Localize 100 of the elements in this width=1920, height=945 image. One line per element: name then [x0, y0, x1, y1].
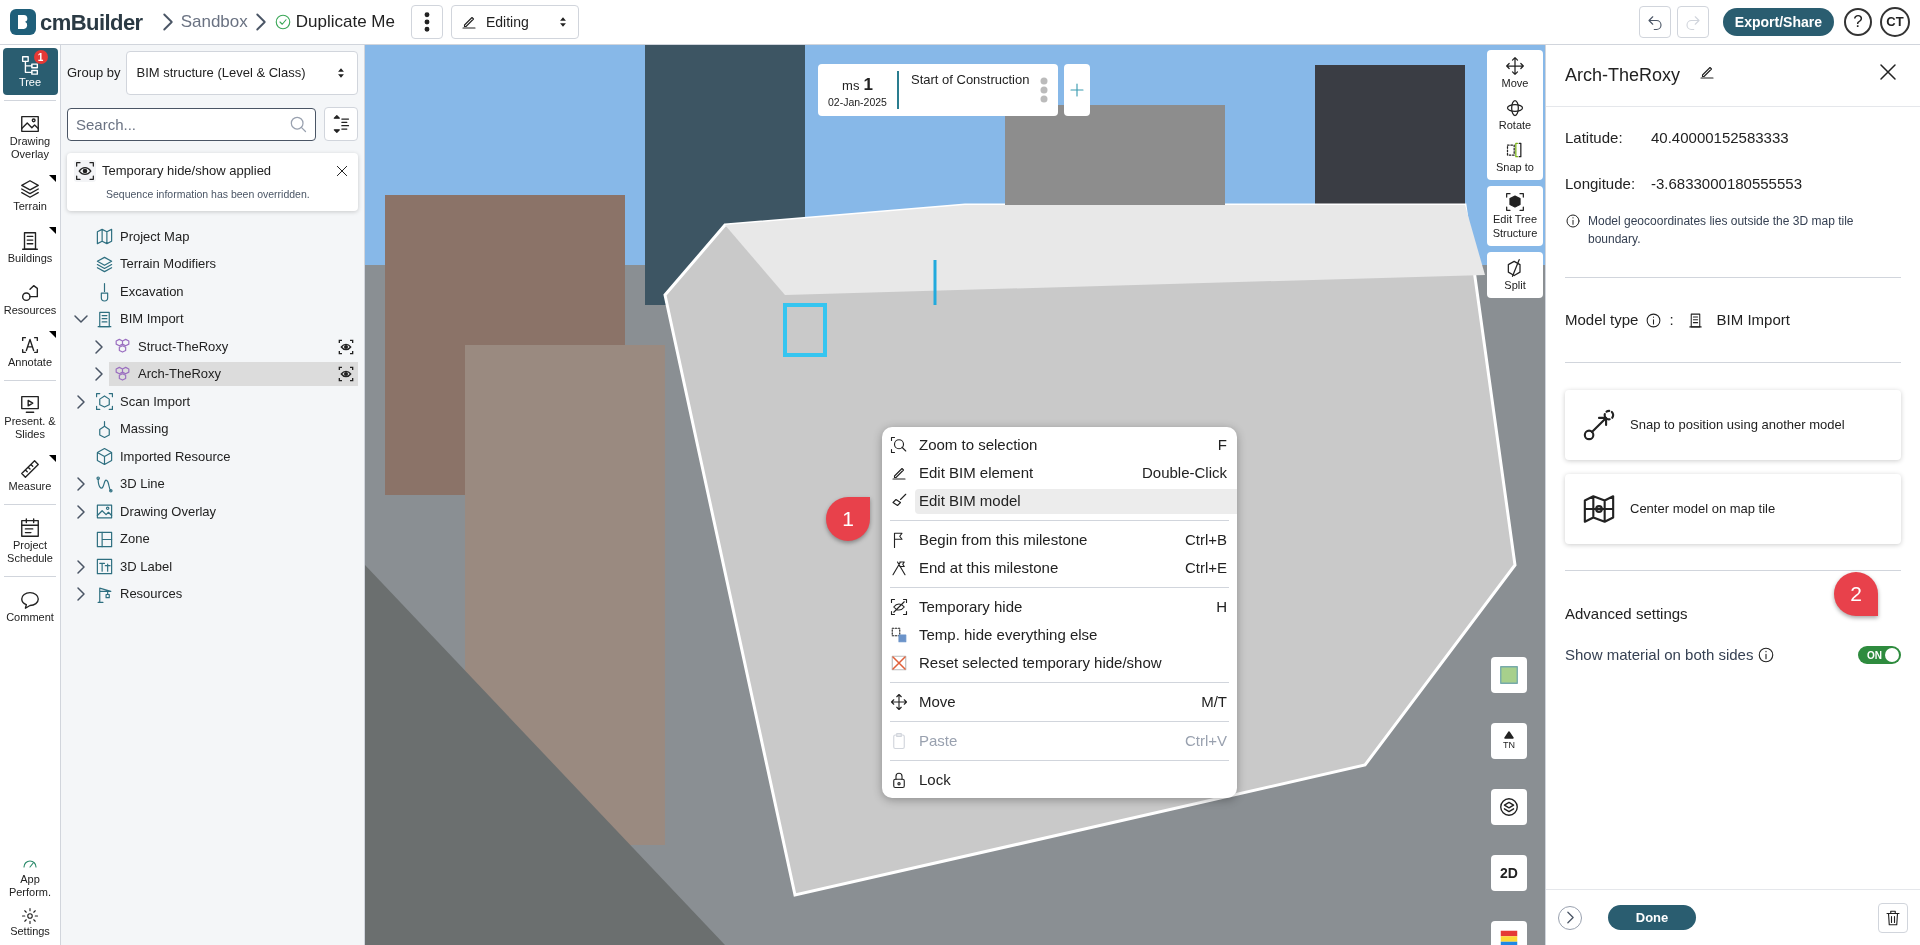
action-card[interactable]: Snap to position using another model — [1565, 389, 1901, 460]
chevron-right-icon — [95, 339, 103, 354]
tree-item[interactable]: Struct-TheRoxy — [109, 334, 358, 359]
map-tile-icon — [1498, 664, 1520, 686]
drag-handle-icon[interactable] — [1040, 77, 1048, 103]
tree-item[interactable]: BIM Import — [91, 307, 358, 331]
zone-icon — [95, 529, 114, 549]
cube-select-icon — [1505, 192, 1525, 212]
rail-tab[interactable]: Project Schedule — [2, 511, 58, 571]
menu-item[interactable]: Reset selected temporary hide/show — [915, 650, 1237, 676]
building-icon — [1686, 311, 1704, 329]
milestone-card[interactable]: ms 1 02-Jan-2025 Start of Construction — [818, 64, 1058, 116]
notice-title: Temporary hide/show applied — [102, 162, 273, 181]
info-icon — [1645, 311, 1663, 329]
check-circle-icon — [273, 13, 292, 31]
cubes-icon — [113, 364, 132, 384]
rail-tab[interactable]: Comment — [2, 583, 58, 630]
rail-button[interactable]: Settings — [2, 903, 58, 942]
image-icon — [95, 502, 114, 521]
hide-others-icon — [890, 626, 908, 644]
menu-item[interactable]: Zoom to selection F — [915, 432, 1237, 458]
rail-button[interactable]: App Perform. — [2, 851, 58, 903]
user-avatar[interactable]: CT — [1880, 7, 1910, 37]
group-by-dropdown[interactable]: BIM structure (Level & Class) — [126, 51, 358, 95]
breadcrumb-link[interactable]: Duplicate Me — [295, 9, 395, 35]
chevron-down-icon — [74, 315, 88, 323]
tree-item[interactable]: Scan Import — [91, 389, 358, 414]
tree-item[interactable]: 3D Line — [91, 472, 358, 496]
tree-item[interactable]: Resources — [91, 582, 358, 606]
view-2d-button[interactable]: 2D — [1491, 855, 1527, 891]
tree-item[interactable]: Imported Resource — [91, 444, 358, 469]
export-share-button[interactable]: Export/Share — [1722, 8, 1834, 36]
rail-tab[interactable]: Drawing Overlay — [2, 107, 58, 167]
milestone-number: 1 — [863, 73, 873, 96]
done-button[interactable]: Done — [1608, 905, 1696, 930]
comment-icon — [19, 589, 41, 611]
image-icon — [19, 113, 41, 135]
tool-button[interactable]: Edit Tree Structure — [1487, 190, 1543, 242]
menu-item[interactable]: End at this milestone Ctrl+E — [915, 555, 1237, 581]
chevron-right-icon — [77, 394, 85, 409]
tree-item[interactable]: Project Map — [91, 224, 358, 249]
tool-button[interactable]: Snap to — [1487, 138, 1543, 176]
menu-item[interactable]: Begin from this milestone Ctrl+B — [915, 527, 1237, 553]
tree-item[interactable]: Excavation — [91, 279, 358, 304]
breadcrumb-link[interactable]: Sandbox — [180, 9, 248, 35]
model-type-value: BIM Import — [1716, 310, 1790, 330]
curve-icon — [95, 474, 114, 494]
menu-item[interactable]: Move M/T — [915, 689, 1237, 715]
menu-item[interactable]: Temporary hide H — [915, 594, 1237, 620]
move-icon — [1505, 56, 1525, 76]
menu-item[interactable]: Edit BIM element Double-Click — [915, 460, 1237, 486]
menu-item[interactable]: Edit BIM model — [915, 488, 1237, 514]
reset-icon — [890, 654, 908, 672]
notification-badge: 1 — [33, 50, 48, 64]
action-card[interactable]: Center model on map tile — [1565, 473, 1901, 544]
toggle-label: Show material on both sides — [1565, 645, 1754, 665]
tree-item[interactable]: Terrain Modifiers — [91, 252, 358, 276]
toggle-switch[interactable]: ON — [1858, 646, 1901, 665]
rail-tab[interactable]: Resources — [2, 276, 58, 323]
tool-button[interactable]: Move — [1487, 54, 1543, 92]
cubes-icon — [113, 337, 132, 356]
tree-item[interactable]: Drawing Overlay — [91, 499, 358, 524]
delete-button[interactable] — [1878, 902, 1908, 933]
sort-button[interactable] — [324, 107, 358, 141]
milestone-name: Start of Construction — [909, 71, 1031, 89]
tree-item[interactable]: Massing — [91, 417, 358, 441]
menu-item[interactable]: Lock — [915, 767, 1237, 793]
tool-button[interactable]: Split — [1487, 256, 1543, 294]
undo-button[interactable] — [1638, 6, 1671, 38]
mode-dropdown[interactable]: Editing — [451, 5, 579, 39]
menu-item[interactable]: Temp. hide everything else — [915, 622, 1237, 648]
map-icon — [95, 227, 114, 246]
terrain-icon — [95, 254, 114, 274]
view-tool-button[interactable] — [1491, 789, 1527, 825]
rail-tab[interactable]: Tree 1 — [2, 48, 58, 95]
close-icon — [334, 163, 350, 179]
section-heading: Advanced settings — [1565, 603, 1689, 624]
chevron-right-icon — [95, 367, 103, 381]
help-button[interactable]: ? — [1844, 8, 1872, 36]
rail-tab[interactable]: Present. & Slides — [2, 387, 58, 447]
info-icon — [1565, 213, 1581, 229]
tool-button[interactable]: Rotate — [1487, 96, 1543, 134]
chevron-right-icon — [77, 559, 85, 574]
hide-icon — [890, 598, 908, 616]
coordinate-label: Longitude: — [1565, 173, 1637, 194]
callout-marker: 2 — [1834, 572, 1878, 616]
color-legend-icon — [1498, 928, 1520, 945]
text-label-icon — [95, 557, 114, 576]
chevron-right-icon — [1566, 911, 1574, 924]
search-field[interactable]: Search... — [67, 107, 316, 141]
plus-icon — [1068, 81, 1086, 99]
tree-item[interactable]: Arch-TheRoxy — [109, 362, 358, 386]
eye-icon — [75, 161, 95, 181]
view-tool-button[interactable]: TN — [1491, 723, 1527, 759]
model-type-label: Model type — [1565, 310, 1639, 330]
tree-item[interactable]: Zone — [91, 527, 358, 551]
tree-item[interactable]: 3D Label — [91, 554, 358, 579]
building-icon — [19, 230, 41, 252]
more-options-button[interactable] — [411, 5, 443, 39]
separator-text: : — [1669, 310, 1674, 330]
